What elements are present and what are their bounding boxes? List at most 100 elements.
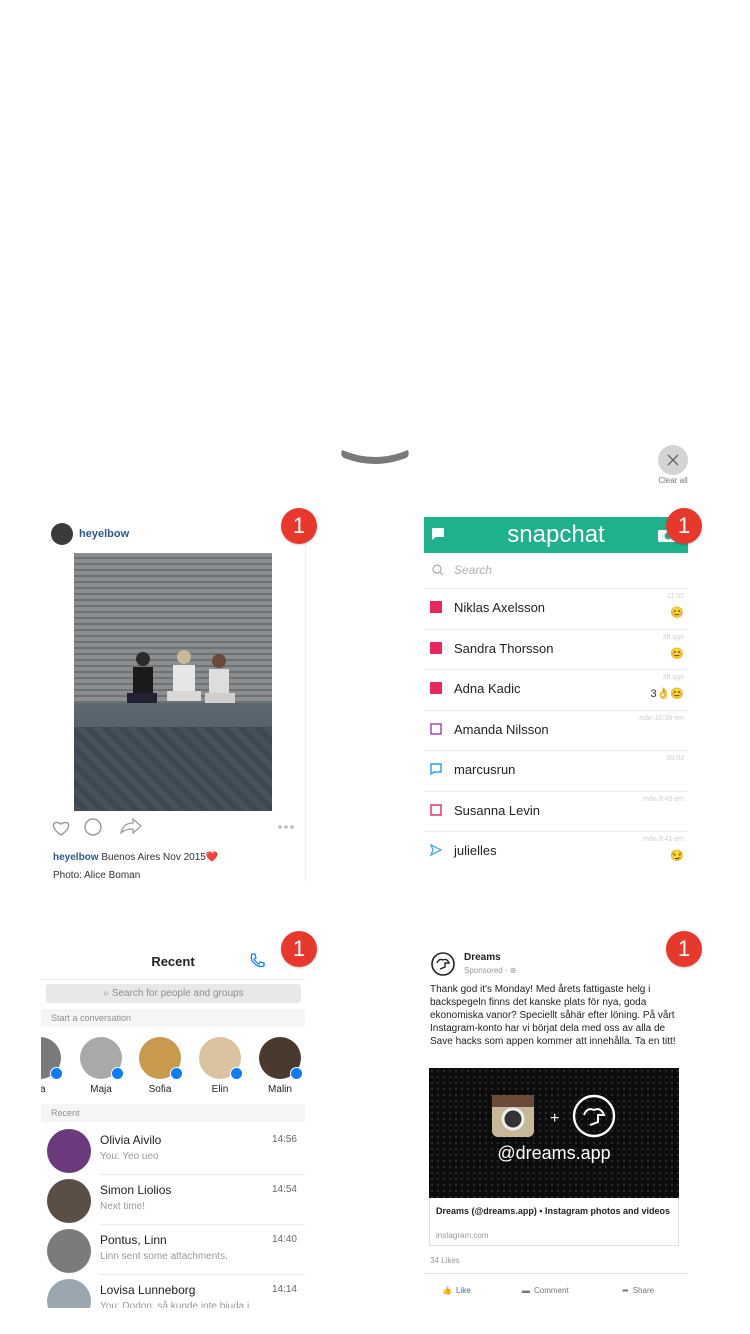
- timestamp: 3h ago: [662, 674, 684, 681]
- comment-icon: ▬: [522, 1286, 530, 1295]
- section-header-recent: Recent: [41, 1104, 305, 1122]
- timestamp: 3h ago: [662, 633, 684, 641]
- contact-name: Sandra Thorsson: [454, 640, 554, 656]
- messenger-badge-icon: [111, 1067, 124, 1080]
- like-icon: 👍: [442, 1286, 452, 1295]
- conversation-row[interactable]: Susanna Levin mån 9:49 em: [424, 790, 688, 832]
- messenger-card[interactable]: Recent ⌕ Search for people and groups St…: [41, 943, 305, 1308]
- conversation-row[interactable]: Adna Kadic 3h ago 3👌😊: [424, 669, 688, 710]
- ad-handle: @dreams.app: [497, 1143, 611, 1163]
- conversation-row[interactable]: Amanda Nilsson mån 10:38 em: [424, 709, 688, 751]
- conversation-row[interactable]: Sandra Thorsson 3h ago 😊: [424, 628, 688, 670]
- last-message: You: Dodon, så kunde inte bjuda i: [100, 1301, 250, 1308]
- emoji-status: 3👌😊: [650, 688, 684, 700]
- post-caption: heyelbow Buenos Aires Nov 2015❤️: [53, 852, 218, 863]
- photo-people: [127, 650, 235, 703]
- sponsored-label: Sponsored · ⊕: [464, 966, 517, 975]
- person-name: Malin: [268, 1084, 292, 1095]
- collapse-chevron-icon[interactable]: [338, 442, 412, 468]
- last-message: Next time!: [100, 1201, 146, 1212]
- conversation-row[interactable]: Olivia Aivilo You: Yeo ueo 14:56: [41, 1125, 305, 1175]
- contact-name: Susanna Levin: [454, 802, 541, 818]
- contact-name: Amanda Nilsson: [454, 721, 549, 737]
- avatar: [51, 523, 73, 545]
- contact-name: Adna Kadic: [454, 681, 521, 696]
- messenger-badge-icon: [170, 1067, 183, 1080]
- person-name: Elin: [211, 1084, 229, 1095]
- contact-name: Pontus, Linn: [100, 1233, 167, 1247]
- avatar: [47, 1229, 91, 1273]
- notification-badge: 1: [666, 508, 702, 544]
- like-label: Like: [455, 1286, 471, 1295]
- link-url: instagram.com: [436, 1231, 489, 1240]
- emoji-status: 😊: [670, 607, 684, 619]
- search-field[interactable]: Search: [432, 563, 492, 577]
- person-name: Sofia: [148, 1084, 172, 1095]
- snap-filled-icon: [430, 641, 442, 654]
- close-icon: [667, 454, 679, 466]
- contact-name: marcusrun: [454, 762, 516, 777]
- share-button[interactable]: ➦ Share: [622, 1286, 654, 1295]
- avatar: [47, 1279, 91, 1308]
- sent-arrow-icon: [430, 844, 442, 856]
- share-label: Share: [632, 1286, 655, 1295]
- clear-all-label: Clear all: [658, 476, 688, 485]
- snap-filled-icon: [430, 601, 442, 613]
- facebook-card[interactable]: Dreams Sponsored · ⊕ Thank god it's Mond…: [424, 943, 688, 1308]
- contact-name: Simon Liolios: [100, 1183, 172, 1197]
- timestamp: 00:03: [666, 755, 684, 762]
- messenger-header: Recent: [41, 943, 305, 980]
- snap-opened-icon: [430, 722, 442, 735]
- link-title: Dreams (@dreams.app) • Instagram photos …: [436, 1206, 670, 1216]
- timestamp: 14:14: [271, 1284, 297, 1295]
- like-button[interactable]: 👍 Like: [442, 1286, 471, 1295]
- conversation-row[interactable]: Niklas Axelsson 11:52 😊: [424, 588, 688, 629]
- caption-user: heyelbow: [53, 852, 99, 863]
- timestamp: 14:40: [271, 1234, 297, 1245]
- contact-name: Olivia Aivilo: [100, 1133, 162, 1147]
- snap-filled-icon: [430, 682, 442, 694]
- section-header-start: Start a conversation: [41, 1009, 305, 1027]
- messenger-badge-icon: [230, 1067, 243, 1080]
- conversation-row[interactable]: Simon Liolios Next time! 14:54: [41, 1175, 305, 1225]
- notification-badge: 1: [281, 931, 317, 967]
- svg-text:+: +: [550, 1110, 559, 1127]
- person-name: Maja: [90, 1084, 112, 1095]
- snapchat-card[interactable]: snapchat Search Niklas Axelsson 11:52 😊 San…: [424, 517, 688, 877]
- messenger-badge-icon: [50, 1067, 63, 1080]
- phone-icon[interactable]: [248, 952, 266, 970]
- timestamp: 11:52: [667, 593, 684, 600]
- avatar: [47, 1179, 91, 1223]
- conversation-row[interactable]: julielles mån 9:41 em 😏: [424, 831, 688, 872]
- search-placeholder: Search for people and groups: [111, 988, 244, 999]
- last-message: You: Yeo ueo: [100, 1151, 159, 1162]
- search-input[interactable]: ⌕ Search for people and groups: [46, 984, 301, 1003]
- clear-all-button[interactable]: [658, 445, 688, 475]
- page-name: Dreams: [464, 952, 501, 963]
- conversation-row[interactable]: marcusrun 00:03: [424, 750, 688, 791]
- notification-badge: 1: [281, 508, 317, 544]
- instagram-card[interactable]: heyelbow heyelbow Buenos Aires Nov 2015❤…: [41, 517, 306, 882]
- app-title: snapchat: [507, 521, 605, 548]
- comment-icon: [84, 818, 102, 836]
- comment-button[interactable]: ▬ Comment: [522, 1286, 569, 1295]
- timestamp: mån 9:49 em: [643, 795, 684, 803]
- post-username: heyelbow: [79, 528, 130, 540]
- comment-label: Comment: [534, 1286, 569, 1295]
- conversation-row[interactable]: Pontus, Linn Linn sent some attachments. 1…: [41, 1225, 305, 1275]
- post-body: Thank god it's Monday! Med årets fattiga…: [430, 984, 676, 1047]
- share-icon: ➦: [622, 1286, 629, 1295]
- timestamp: mån 9:41 em: [643, 836, 684, 843]
- heart-icon: [52, 821, 70, 836]
- notification-badge: 1: [666, 931, 702, 967]
- search-icon: [432, 564, 444, 576]
- avatar: [47, 1129, 91, 1173]
- chat-bubble-icon: [430, 763, 442, 775]
- contact-name: Niklas Axelsson: [454, 600, 546, 615]
- photo-credit: Photo: Alice Boman: [53, 870, 141, 881]
- post-action-icons: [52, 817, 294, 836]
- emoji-status: 😊: [670, 647, 684, 660]
- conversation-row[interactable]: Lovisa Lunneborg You: Dodon, så kunde int…: [41, 1275, 305, 1308]
- person-name: na: [41, 1084, 46, 1095]
- snap-opened-icon: [430, 803, 442, 816]
